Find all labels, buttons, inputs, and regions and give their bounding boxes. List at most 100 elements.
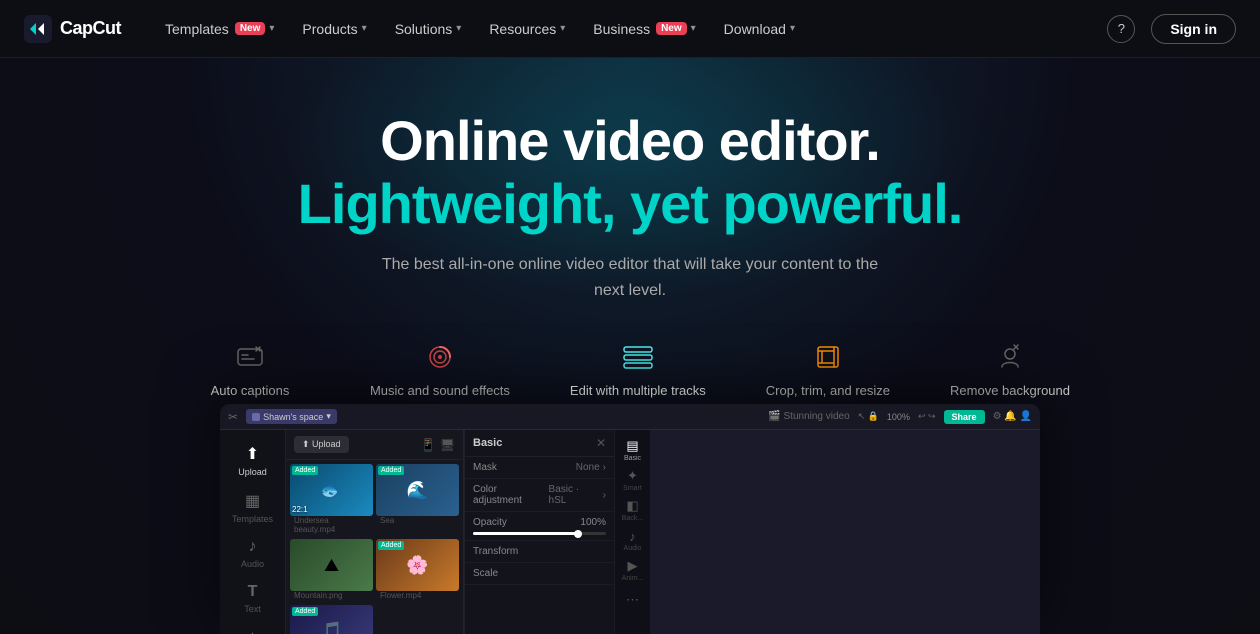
nav-item-solutions[interactable]: Solutions ▾: [383, 15, 474, 43]
multi-track-icon: [620, 339, 656, 375]
hero-section: Online video editor. Lightweight, yet po…: [0, 58, 1260, 634]
back-label: Back...: [622, 515, 643, 522]
slider-fill: [473, 532, 579, 535]
nav-label-business: Business: [593, 21, 650, 37]
panel-title: Basic: [473, 437, 502, 449]
upload-media-button[interactable]: ⬆ Upload: [294, 436, 349, 453]
panel-row-color: Color adjustment Basic · hSL ›: [465, 479, 614, 512]
nav-item-download[interactable]: Download ▾: [712, 15, 807, 43]
nav-badge-templates: New: [235, 22, 266, 35]
feature-music-effects[interactable]: Music and sound effects: [370, 339, 510, 398]
auto-captions-label: Auto captions: [211, 383, 290, 398]
navbar: CapCut Templates New ▾ Products ▾ Soluti…: [0, 0, 1260, 58]
media-thumb-2[interactable]: ⛰: [290, 539, 373, 591]
app-icon-strip: ▤ Basic ✦ Smart ◧ Back... ♪ Audio ▶ An: [614, 430, 650, 634]
strip-icon-audio[interactable]: ♪ Audio: [619, 526, 647, 554]
sidebar-item-text[interactable]: T Text: [225, 577, 281, 620]
music-effects-icon: [422, 339, 458, 375]
added-badge-4: Added: [292, 607, 318, 616]
nav-item-resources[interactable]: Resources ▾: [477, 15, 577, 43]
nav-label-download: Download: [724, 21, 786, 37]
remove-bg-icon: [992, 339, 1028, 375]
multi-track-label: Edit with multiple tracks: [570, 383, 706, 398]
app-undo: ↩ ↪: [918, 411, 936, 422]
sidebar-item-upload[interactable]: ⬆ Upload: [225, 438, 281, 483]
audio-strip-icon: ♪: [629, 529, 636, 544]
media-item-4: 🎵 Added 22:1: [290, 605, 373, 634]
strip-icon-more[interactable]: ⋯: [619, 586, 647, 614]
elements-icon: ✦: [246, 628, 259, 634]
strip-icon-smart[interactable]: ✦ Smart: [619, 466, 647, 494]
opacity-slider[interactable]: [473, 532, 606, 535]
panel-row-mask: Mask None ›: [465, 457, 614, 479]
anim-label: Anim...: [622, 575, 644, 582]
opacity-value: 100%: [580, 517, 606, 528]
nav-links: Templates New ▾ Products ▾ Solutions ▾ R…: [153, 15, 1107, 43]
chevron-icon-solutions: ▾: [456, 23, 461, 34]
media-item-3: 🌸 Added Flower.mp4: [376, 539, 459, 602]
panel-close-button[interactable]: ✕: [596, 436, 606, 450]
feature-remove-bg[interactable]: Remove background: [950, 339, 1070, 398]
app-video-title: 🎬 Stunning video: [768, 411, 849, 422]
hero-text: Online video editor. Lightweight, yet po…: [298, 58, 963, 303]
phone-icon: 📱: [421, 438, 436, 452]
nav-label-products: Products: [302, 21, 357, 37]
audio-strip-label: Audio: [624, 545, 642, 552]
nav-label-solutions: Solutions: [395, 21, 453, 37]
feature-crop-trim[interactable]: Crop, trim, and resize: [766, 339, 890, 398]
app-project-name: Shawn's space: [263, 412, 323, 422]
opacity-label: Opacity: [473, 517, 507, 528]
panel-row-scale: Scale: [465, 563, 614, 585]
media-name-3: Flower.mp4: [376, 591, 459, 602]
chevron-icon-download: ▾: [790, 23, 795, 34]
chevron-icon-resources: ▾: [560, 23, 565, 34]
audio-icon: ♪: [249, 538, 257, 556]
app-project-badge[interactable]: Shawn's space ▾: [246, 409, 337, 424]
nav-item-products[interactable]: Products ▾: [290, 15, 378, 43]
auto-captions-icon: [232, 339, 268, 375]
basic-label: Basic: [624, 455, 641, 462]
app-sidebar: ⬆ Upload ▦ Templates ♪ Audio T Text ✦: [220, 430, 286, 634]
media-thumb-0[interactable]: 🐟 Added 22:1: [290, 464, 373, 516]
brand-name: CapCut: [60, 18, 121, 39]
media-thumb-4[interactable]: 🎵 Added 22:1: [290, 605, 373, 634]
logo[interactable]: CapCut: [24, 15, 121, 43]
crop-trim-label: Crop, trim, and resize: [766, 383, 890, 398]
app-body: ⬆ Upload ▦ Templates ♪ Audio T Text ✦: [220, 430, 650, 634]
app-nav-icons: ⚙ 🔔 👤: [993, 411, 1032, 422]
audio-label: Audio: [241, 559, 264, 569]
strip-icon-basic[interactable]: ▤ Basic: [619, 436, 647, 464]
strip-icon-back[interactable]: ◧ Back...: [619, 496, 647, 524]
feature-auto-captions[interactable]: Auto captions: [190, 339, 310, 398]
panel-row-opacity: Opacity 100%: [465, 512, 614, 541]
media-grid: 🐟 Added 22:1 Undersea beauty.mp4 🌊 Added…: [286, 460, 463, 634]
media-thumb-1[interactable]: 🌊 Added: [376, 464, 459, 516]
text-label: Text: [244, 604, 261, 614]
sidebar-item-templates[interactable]: ▦ Templates: [225, 485, 281, 530]
app-topbar: ✂ Shawn's space ▾ 🎬 Stunning video ↖ 🔒 1…: [220, 404, 1040, 430]
media-thumb-3[interactable]: 🌸 Added: [376, 539, 459, 591]
basic-icon: ▤: [626, 438, 638, 454]
device-icons: 📱 🖥: [421, 438, 455, 452]
panel-topbar: Basic ✕: [465, 430, 614, 457]
capcut-logo-icon: [24, 15, 52, 43]
app-right-panel: Basic ✕ Mask None › Color adjustment Bas…: [464, 430, 614, 634]
media-topbar: ⬆ Upload 📱 🖥: [286, 430, 463, 460]
mask-value: None ›: [576, 462, 606, 473]
sidebar-item-audio[interactable]: ♪ Audio: [225, 532, 281, 575]
app-share-button[interactable]: Share: [944, 410, 985, 424]
help-button[interactable]: ?: [1107, 15, 1135, 43]
thumb-bg-mountain: ⛰: [290, 539, 373, 591]
mask-chevron: ›: [603, 462, 606, 473]
templates-icon: ▦: [245, 491, 260, 511]
upload-icon: ⬆: [246, 444, 259, 464]
desktop-icon: 🖥: [440, 438, 455, 452]
nav-item-business[interactable]: Business New ▾: [581, 15, 707, 43]
strip-icon-anim[interactable]: ▶ Anim...: [619, 556, 647, 584]
sidebar-item-elements[interactable]: ✦ Elements: [225, 622, 281, 634]
app-project-chevron: ▾: [326, 411, 331, 422]
help-icon: ?: [1118, 21, 1125, 36]
media-item-2: ⛰ Mountain.png: [290, 539, 373, 602]
nav-item-templates[interactable]: Templates New ▾: [153, 15, 286, 43]
signin-button[interactable]: Sign in: [1151, 14, 1236, 44]
